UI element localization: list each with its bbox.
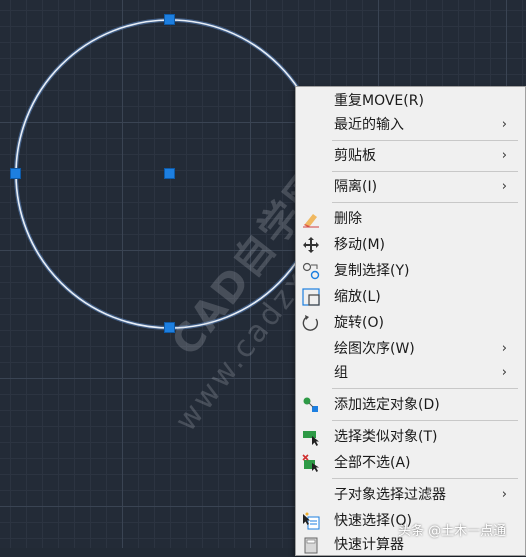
menu-item-label: 旋转(O) xyxy=(334,315,384,331)
menu-separator xyxy=(332,171,518,172)
submenu-arrow-icon: › xyxy=(501,341,507,356)
calculator-icon xyxy=(304,537,318,554)
submenu-arrow-icon: › xyxy=(501,179,507,194)
menu-item-repeat-move[interactable]: 重复MOVE(R) xyxy=(296,89,525,113)
move-icon xyxy=(303,237,319,253)
menu-separator xyxy=(332,140,518,141)
grip-top[interactable] xyxy=(164,14,175,25)
menu-item-select-similar[interactable]: 选择类似对象(T) xyxy=(296,425,525,449)
credit-watermark: 头条 @土木一点通 xyxy=(398,524,507,539)
context-menu: 重复MOVE(R) 最近的输入 › 剪贴板 › 隔离(I) › 删除 移动(M) xyxy=(295,86,526,556)
menu-item-clipboard[interactable]: 剪贴板 › xyxy=(296,144,525,168)
menu-item-label: 选择类似对象(T) xyxy=(334,429,438,445)
menu-item-label: 隔离(I) xyxy=(334,179,378,195)
menu-item-label: 删除 xyxy=(334,211,362,227)
menu-item-draw-order[interactable]: 绘图次序(W) › xyxy=(296,337,525,361)
menu-item-label: 复制选择(Y) xyxy=(334,263,410,279)
grip-bottom[interactable] xyxy=(164,322,175,333)
add-selected-icon xyxy=(303,397,318,412)
menu-item-recent-input[interactable]: 最近的输入 › xyxy=(296,113,525,137)
menu-item-label: 最近的输入 xyxy=(334,117,404,133)
menu-item-label: 子对象选择过滤器 xyxy=(334,487,446,503)
grip-left[interactable] xyxy=(10,168,21,179)
submenu-arrow-icon: › xyxy=(501,117,507,132)
menu-item-label: 缩放(L) xyxy=(334,289,381,305)
menu-item-label: 移动(M) xyxy=(334,237,386,253)
menu-item-scale[interactable]: 缩放(L) xyxy=(296,285,525,309)
menu-item-group[interactable]: 组 › xyxy=(296,361,525,385)
rotate-icon xyxy=(302,315,319,331)
menu-item-subobject-filter[interactable]: 子对象选择过滤器 › xyxy=(296,483,525,507)
scale-icon xyxy=(302,288,320,306)
deselect-all-icon xyxy=(302,454,319,472)
menu-item-rotate[interactable]: 旋转(O) xyxy=(296,311,525,335)
menu-item-label: 绘图次序(W) xyxy=(334,341,415,357)
menu-item-label: 全部不选(A) xyxy=(334,455,411,471)
menu-separator xyxy=(332,202,518,203)
menu-item-move[interactable]: 移动(M) xyxy=(296,233,525,257)
copy-icon xyxy=(302,262,320,280)
menu-item-erase[interactable]: 删除 xyxy=(296,207,525,231)
menu-separator xyxy=(332,420,518,421)
menu-item-label: 添加选定对象(D) xyxy=(334,397,440,413)
grip-center[interactable] xyxy=(164,168,175,179)
menu-item-label: 重复MOVE(R) xyxy=(334,93,424,109)
menu-item-label: 快速计算器 xyxy=(334,537,404,553)
menu-item-deselect-all[interactable]: 全部不选(A) xyxy=(296,451,525,475)
menu-item-copy-selection[interactable]: 复制选择(Y) xyxy=(296,259,525,283)
quick-select-icon xyxy=(303,512,320,530)
submenu-arrow-icon: › xyxy=(501,487,507,502)
submenu-arrow-icon: › xyxy=(501,365,507,380)
menu-separator xyxy=(332,478,518,479)
menu-item-label: 剪贴板 xyxy=(334,148,376,164)
menu-separator xyxy=(332,388,518,389)
select-similar-icon xyxy=(303,431,319,446)
submenu-arrow-icon: › xyxy=(501,148,507,163)
menu-item-add-selected[interactable]: 添加选定对象(D) xyxy=(296,393,525,417)
eraser-icon xyxy=(303,214,319,228)
menu-item-label: 组 xyxy=(334,365,348,381)
menu-item-isolate[interactable]: 隔离(I) › xyxy=(296,175,525,199)
